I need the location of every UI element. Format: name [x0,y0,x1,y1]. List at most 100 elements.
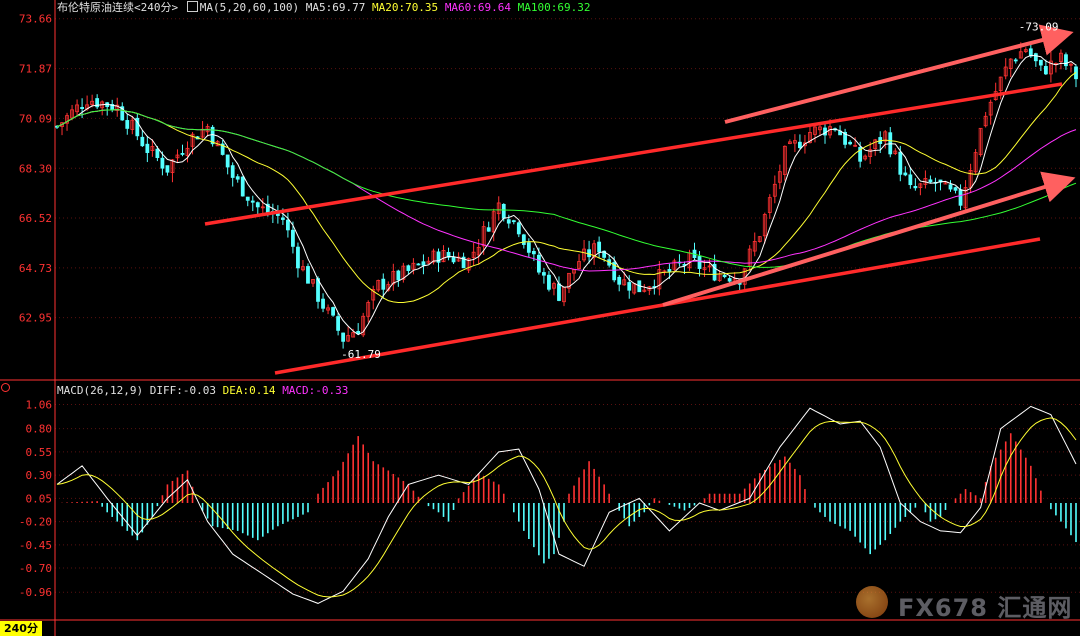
bear-candle [1033,53,1038,62]
bear-candle [617,276,622,285]
bear-candle [165,165,170,173]
macd-macd-value: MACD:-0.33 [282,384,349,397]
bear-candle [536,254,541,273]
high-price-label: -73.09 [1019,21,1059,34]
y-axis-tick-labels: 73.66 71.87 70.09 68.30 66.52 64.73 62.95 1.06 0… [19,13,52,600]
price-chart-canvas[interactable]: 73.66 71.87 70.09 68.30 66.52 64.73 62.95 1.06 0… [0,0,1080,636]
low-price-label: -61.79 [341,348,381,361]
bear-candle [506,219,511,224]
bear-candle [406,265,411,271]
bear-candle [140,136,145,147]
ma-params: MA(5,20,60,100) [199,1,300,14]
price-tick-label: 64.73 [19,262,52,275]
ma60-line [56,109,1077,272]
ma5-value: MA5:69.77 [305,1,366,14]
watermark-logo-icon [856,586,888,618]
bear-candle [296,246,300,269]
moving-average-lines [56,54,1077,336]
bear-candle [516,222,521,235]
bear-candle [225,154,230,168]
macd-tick-label: -0.20 [19,516,52,529]
bear-candle [531,250,536,255]
bear-candle [1064,54,1068,67]
bear-candle [542,272,546,276]
bear-candle [160,157,165,169]
price-tick-label: 71.87 [19,63,52,76]
price-header: 布伦特原油连续<240分> MA(5,20,60,100) MA5:69.77 … [57,1,591,14]
macd-tick-label: 1.06 [26,399,53,412]
macd-tick-label: 0.05 [26,492,53,505]
ma5-line [56,54,1077,336]
indicator-switch-icon[interactable] [186,1,198,12]
bear-candle [235,176,240,180]
bear-candle [255,202,260,208]
bear-candle [155,148,160,158]
bear-candle [511,220,516,223]
bear-candle [848,141,853,145]
bear-candle [722,274,727,278]
bear-candle [125,120,130,129]
bear-candle [547,274,551,290]
macd-diff-line [56,405,1077,604]
price-tick-label: 62.95 [19,312,52,325]
macd-tick-label: 0.80 [26,423,53,436]
bear-candle [230,165,235,178]
bear-candle [245,196,250,201]
macd-dea-value: DEA:0.14 [222,384,276,397]
bear-candle [597,241,602,253]
bear-candle [145,143,150,153]
bear-candle [1043,66,1048,75]
macd-tick-label: 0.55 [26,446,53,459]
bear-candle [501,203,506,219]
bear-candle [627,282,632,291]
bear-candle [913,186,918,189]
lower-channel-arrow [662,171,1076,307]
watermark-text: FX678 汇通网 [898,594,1073,622]
bear-candle [727,278,732,282]
period-tab[interactable]: 240分 [0,621,42,636]
bear-candle [286,219,290,231]
price-tick-label: 68.30 [19,162,52,175]
bear-candle [396,270,401,281]
macd-header: MACD(26,12,9) DIFF:-0.03 DEA:0.14 MACD:-… [57,385,348,397]
macd-params: MACD(26,12,9) [57,384,144,397]
bear-candle [928,179,933,183]
upper-trendline [204,82,1063,226]
price-tick-label: 66.52 [19,212,52,225]
bear-candle [291,229,295,247]
ma100-value: MA100:69.32 [517,1,591,14]
bear-candle [240,176,245,197]
macd-dea-line [56,417,1077,598]
price-tick-label: 73.66 [19,13,52,26]
bear-candle [798,141,802,149]
bear-candle [331,307,335,316]
bear-candle [421,261,426,266]
macd-tick-label: 0.30 [26,469,53,482]
bear-candle [697,256,702,269]
bear-candle [898,151,903,175]
bear-candle [486,227,491,232]
bear-candle [280,217,285,220]
bear-candle [381,278,386,290]
bear-candle [336,316,341,331]
macd-tick-label: -0.45 [19,539,52,552]
ma60-value: MA60:69.64 [444,1,512,14]
bear-candle [341,332,346,342]
bear-candle [180,153,185,155]
bear-candle [526,242,531,253]
bear-candle [948,184,953,190]
bear-candle [416,263,421,266]
period-label: <240分> [134,1,179,14]
bear-candle [250,200,255,203]
bear-candle [908,174,913,186]
ma20-value: MA20:70.35 [371,1,439,14]
bear-candle [451,256,456,263]
bear-candle [80,107,84,109]
bear-candle [953,187,958,191]
candlesticks [55,42,1078,349]
bear-candle [1038,59,1043,66]
bear-candle [903,172,908,176]
macd-diff-value: DIFF:-0.03 [149,384,216,397]
panel-toggle-icon[interactable] [1,383,10,392]
bear-candle [306,266,310,284]
